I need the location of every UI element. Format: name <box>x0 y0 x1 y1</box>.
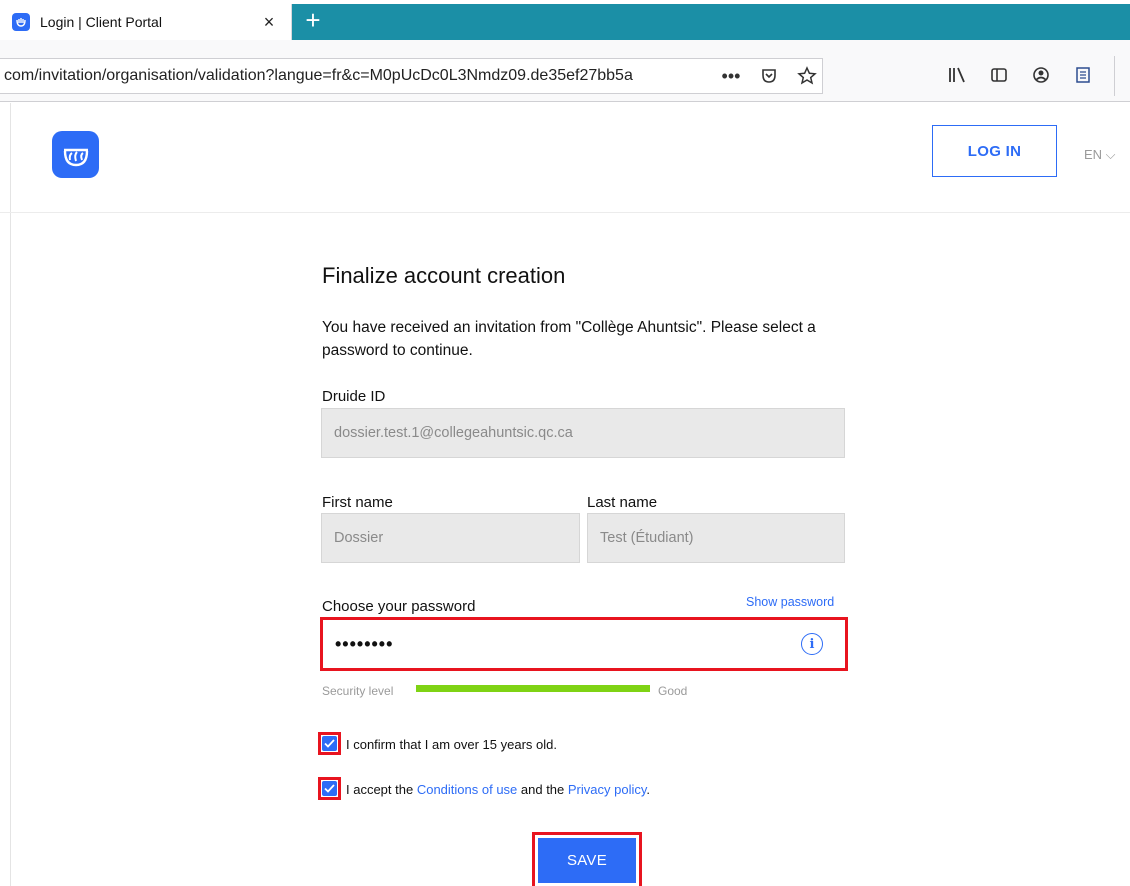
save-button[interactable]: SAVE <box>538 838 636 883</box>
terms-prefix: I accept the <box>346 782 417 797</box>
account-icon[interactable] <box>1030 64 1052 86</box>
browser-tabbar: Login | Client Portal × + <box>0 0 1130 40</box>
info-icon[interactable]: i <box>801 633 823 655</box>
privacy-policy-link[interactable]: Privacy policy <box>568 782 647 797</box>
library-icon[interactable] <box>946 64 968 86</box>
checkmark-icon <box>322 781 337 796</box>
language-selector[interactable]: EN ⌵ <box>1084 147 1116 163</box>
page: LOG IN EN ⌵ Finalize account creation Yo… <box>0 103 1130 886</box>
url-text[interactable]: com/invitation/organisation/validation?l… <box>0 67 712 85</box>
site-favicon-icon <box>12 13 30 31</box>
terms-middle: and the <box>517 782 568 797</box>
pocket-icon[interactable] <box>758 65 780 87</box>
site-header: LOG IN EN ⌵ <box>0 103 1130 213</box>
last-name-field: Test (Étudiant) <box>587 513 845 563</box>
page-left-border <box>10 103 11 886</box>
first-name-field: Dossier <box>321 513 580 563</box>
toolbar-divider <box>1114 56 1115 96</box>
druide-id-label: Druide ID <box>322 388 386 405</box>
sidebar-toggle-icon[interactable] <box>988 64 1010 86</box>
page-actions-icon[interactable]: ••• <box>720 65 742 87</box>
password-input[interactable]: •••••••• i <box>320 617 848 671</box>
druide-id-field: dossier.test.1@collegeahuntsic.qc.ca <box>321 408 845 458</box>
page-title: Finalize account creation <box>322 263 566 288</box>
security-level-value: Good <box>658 684 688 698</box>
browser-navbar: com/invitation/organisation/validation?l… <box>0 40 1130 102</box>
age-confirm-checkbox[interactable] <box>318 732 341 755</box>
age-confirm-label: I confirm that I am over 15 years old. <box>346 737 557 752</box>
checkmark-icon <box>322 736 337 751</box>
password-value: •••••••• <box>335 633 394 654</box>
password-label: Choose your password <box>322 598 476 615</box>
security-level-label: Security level <box>322 684 394 698</box>
tabbar-background <box>292 4 1130 40</box>
show-password-link[interactable]: Show password <box>746 595 834 609</box>
url-bar[interactable]: com/invitation/organisation/validation?l… <box>0 58 823 94</box>
new-tab-button[interactable]: + <box>298 6 328 36</box>
close-tab-icon[interactable]: × <box>255 12 283 33</box>
bookmark-star-icon[interactable] <box>796 65 818 87</box>
reader-view-icon[interactable] <box>1072 64 1094 86</box>
terms-label: I accept the Conditions of use and the P… <box>346 782 650 797</box>
browser-tab[interactable]: Login | Client Portal × <box>0 4 292 40</box>
security-level-bar <box>416 685 650 692</box>
login-button[interactable]: LOG IN <box>932 125 1057 177</box>
tab-title: Login | Client Portal <box>40 14 162 30</box>
last-name-label: Last name <box>587 494 658 511</box>
invitation-description: You have received an invitation from "Co… <box>322 319 816 359</box>
conditions-of-use-link[interactable]: Conditions of use <box>417 782 517 797</box>
terms-checkbox[interactable] <box>318 777 341 800</box>
terms-suffix: . <box>646 782 651 797</box>
druide-logo-icon[interactable] <box>52 131 99 178</box>
save-button-highlight: SAVE <box>532 832 642 886</box>
first-name-label: First name <box>322 494 393 511</box>
